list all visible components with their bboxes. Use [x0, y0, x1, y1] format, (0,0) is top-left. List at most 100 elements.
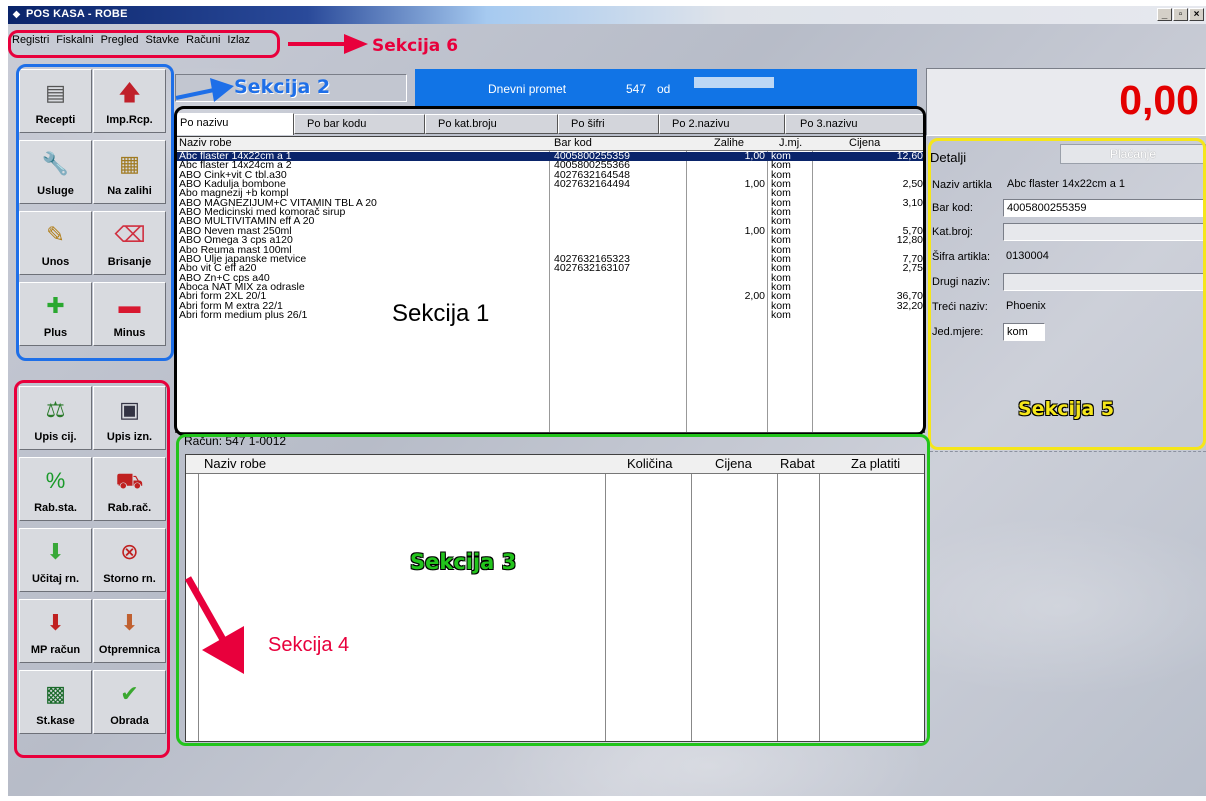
col-zalihe[interactable]: Zalihe — [714, 137, 744, 150]
detail-label: Bar kod: — [932, 202, 973, 214]
detail-field[interactable]: Abc flaster 14x22cm a 1 — [1004, 176, 1206, 194]
button-label: Rab.sta. — [34, 502, 77, 514]
otpremnica-button[interactable]: ⬇ Otpremnica — [93, 599, 166, 663]
brisanje-button[interactable]: ⌫ Brisanje — [93, 211, 166, 275]
inv-col-cijena[interactable]: Cijena — [715, 456, 752, 471]
details-title: Detalji — [930, 150, 967, 165]
button-label: St.kase — [36, 715, 75, 727]
window-title: POS KASA - ROBE — [26, 8, 128, 20]
detail-label: Kat.broj: — [932, 226, 973, 238]
obrada-button[interactable]: ✔ Obrada — [93, 670, 166, 734]
button-label: Recepti — [35, 114, 76, 126]
daily-turnover-panel: Dnevni promet 547 od — [415, 69, 917, 107]
inv-col-kolicina[interactable]: Količina — [627, 456, 673, 471]
button-label: Storno rn. — [103, 573, 156, 585]
inv-col-naziv[interactable]: Naziv robe — [204, 456, 266, 471]
učitaj-rn-button[interactable]: ⬇ Učitaj rn. — [19, 528, 92, 592]
product-row[interactable]: ABO Kadulja bombone 4027632164494 1,00 kom 2… — [176, 178, 924, 191]
detail-field[interactable]: 0130004 — [1003, 248, 1206, 266]
usluge-button[interactable]: 🔧 Usluge — [19, 140, 92, 204]
menu-registri[interactable]: Registri — [12, 32, 49, 50]
divider — [930, 451, 1206, 452]
menu-fiskalni[interactable]: Fiskalni — [56, 32, 93, 50]
inv-col-rabat[interactable]: Rabat — [780, 456, 815, 471]
button-label: Rab.rač. — [107, 502, 152, 514]
col-jmj[interactable]: J.mj. — [779, 137, 802, 150]
product-stock: 1,00 — [744, 178, 765, 191]
product-row[interactable]: Abo vit C eff a20 4027632163107 kom 2,75 — [176, 263, 924, 274]
close-button[interactable]: × — [1189, 8, 1204, 21]
na-zalihi-button[interactable]: ▦ Na zalihi — [93, 140, 166, 204]
imp-rcp-button[interactable]: 🡅 Imp.Rcp. — [93, 69, 166, 133]
plus-button[interactable]: ✚ Plus — [19, 282, 92, 346]
menu-pregled[interactable]: Pregled — [101, 32, 139, 50]
daily-turnover-od: od — [657, 82, 671, 96]
menu-izlaz[interactable]: Izlaz — [227, 32, 250, 50]
button-label: Plus — [43, 327, 68, 339]
detail-field[interactable]: kom — [1003, 323, 1045, 341]
product-list[interactable]: Naziv robe Bar kod Zalihe J.mj. Cijena A… — [175, 136, 925, 433]
percent-icon: % — [45, 468, 66, 493]
menu-bar: Registri Fiskalni Pregled Stavke Računi … — [8, 32, 250, 50]
tab-po-2-nazivu[interactable]: Po 2.nazivu — [659, 114, 785, 134]
menu-stavke[interactable]: Stavke — [146, 32, 180, 50]
col-cijena[interactable]: Cijena — [849, 137, 880, 150]
title-bar[interactable]: ◆ POS KASA - ROBE _ ▫ × — [8, 6, 1206, 24]
detail-field[interactable]: 4005800255359 — [1003, 199, 1206, 217]
col-bar-kod[interactable]: Bar kod — [554, 137, 592, 150]
tab-placanje[interactable]: Plaćanje — [1060, 144, 1206, 164]
tab-po-3-nazivu[interactable]: Po 3.nazivu — [785, 114, 925, 134]
app-window: ◆ POS KASA - ROBE _ ▫ × Registri Fiskaln… — [8, 6, 1206, 796]
detail-field[interactable]: Phoenix — [1003, 298, 1206, 316]
tab-po-bar-kodu[interactable]: Po bar kodu — [294, 114, 425, 134]
annotation-sekcija-2: Sekcija 2 — [234, 76, 331, 98]
product-row[interactable]: ABO Ulje japanske metvice 4027632165323 ko… — [176, 253, 924, 264]
menu-racuni[interactable]: Računi — [186, 32, 220, 50]
product-row[interactable]: Aboca NAT MIX za odrasle kom — [176, 281, 924, 292]
rab-rač-button[interactable]: ⛟ Rab.rač. — [93, 457, 166, 521]
button-label: Upis izn. — [106, 431, 153, 443]
annotation-sekcija-1: Sekcija 1 — [392, 300, 490, 327]
button-label: Imp.Rcp. — [106, 114, 153, 126]
unos-button[interactable]: ✎ Unos — [19, 211, 92, 275]
detail-field[interactable] — [1003, 223, 1206, 241]
rab-sta-button[interactable]: % Rab.sta. — [19, 457, 92, 521]
minimize-button[interactable]: _ — [1157, 8, 1172, 21]
minus-button[interactable]: ▬ Minus — [93, 282, 166, 346]
product-row[interactable]: Abri form medium plus 26/1 kom — [176, 309, 924, 320]
detail-field[interactable] — [1003, 273, 1206, 291]
invoice-header: Naziv robe Količina Cijena Rabat Za plat… — [186, 455, 924, 474]
mp-račun-button[interactable]: ⬇ MP račun — [19, 599, 92, 663]
col-naziv-robe[interactable]: Naziv robe — [179, 137, 232, 150]
import-arrow-icon: 🡅 — [118, 80, 141, 105]
annotation-sekcija-6: Sekcija 6 — [372, 36, 459, 56]
product-row[interactable]: Abri form 2XL 20/1 2,00 kom 36,70 — [176, 291, 924, 302]
recepti-button[interactable]: ▤ Recepti — [19, 69, 92, 133]
invoice-table[interactable]: Naziv robe Količina Cijena Rabat Za plat… — [185, 454, 925, 742]
annotation-arrow-2 — [175, 78, 234, 102]
calculator-icon: ▣ — [119, 397, 140, 422]
button-label: Upis cij. — [34, 431, 77, 443]
tab-po-sifri[interactable]: Po šifri — [558, 114, 659, 134]
upis-cij-button[interactable]: ⚖ Upis cij. — [19, 386, 92, 450]
upis-izn-button[interactable]: ▣ Upis izn. — [93, 386, 166, 450]
pencil-icon: ✎ — [46, 222, 65, 247]
product-price: 3,10 — [902, 196, 923, 209]
inv-col-za-platiti[interactable]: Za platiti — [851, 456, 900, 471]
tab-po-nazivu[interactable]: Po nazivu — [175, 113, 294, 135]
document-icon: ▤ — [45, 80, 66, 105]
detail-label: Jed.mjere: — [932, 326, 984, 338]
total-display: 0,00 — [926, 68, 1206, 136]
storno-rn-button[interactable]: ⊗ Storno rn. — [93, 528, 166, 592]
detail-label: Šifra artikla: — [932, 251, 991, 263]
annotation-arrow-6 — [288, 34, 368, 54]
search-tabs: Po nazivu Po bar kodu Po kat.broju Po ši… — [175, 113, 925, 135]
tab-po-kat-broju[interactable]: Po kat.broju — [425, 114, 558, 134]
invoice-label: Račun: 547 1-0012 — [184, 434, 287, 448]
maximize-button[interactable]: ▫ — [1173, 8, 1188, 21]
st-kase-button[interactable]: ▩ St.kase — [19, 670, 92, 734]
daily-turnover-value: 547 — [626, 82, 647, 96]
product-row[interactable]: Abc flaster 14x24cm a 2 4005800255366 kom — [176, 160, 924, 171]
receipt-arrow-icon: ⬇ — [46, 610, 65, 635]
product-row[interactable]: ABO Cink+vit C tbl.a30 4027632164548 kom — [176, 169, 924, 180]
